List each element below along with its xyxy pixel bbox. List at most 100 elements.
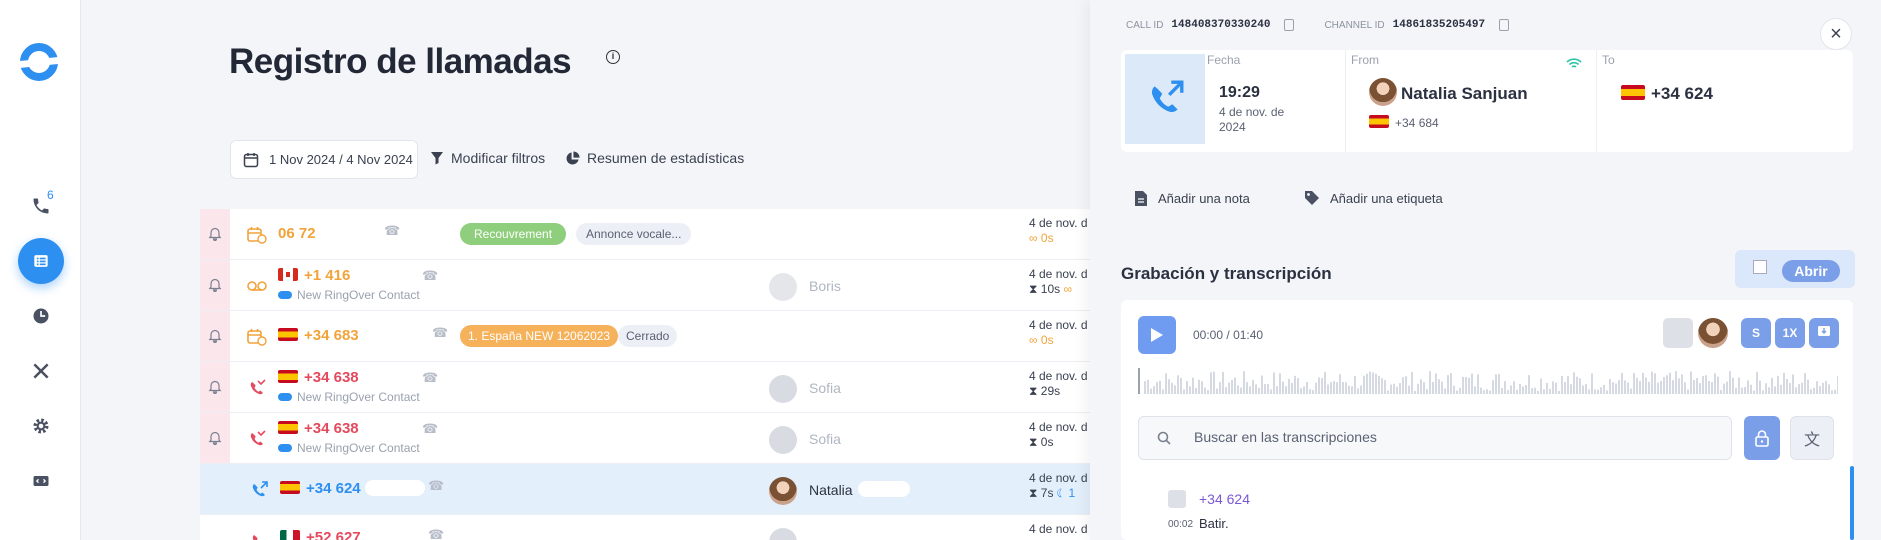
call-row[interactable]: 06 72 ☎ Recouvrement Annonce vocale... 4… <box>200 209 1100 260</box>
agent-name: Sofia <box>809 431 841 447</box>
call-type-icon: ☎ <box>422 421 439 436</box>
speaker-avatar[interactable] <box>1698 318 1728 348</box>
play-icon <box>1151 328 1163 342</box>
clock-icon <box>33 308 48 324</box>
sidebar: 6 <box>0 0 81 540</box>
add-tag-button[interactable]: Añadir una etiqueta <box>1304 190 1443 206</box>
outgoing-call-icon <box>248 479 270 501</box>
gear-icon <box>33 418 48 434</box>
to-label: To <box>1602 53 1615 67</box>
call-type-icon: ☎ <box>428 527 445 540</box>
lock-icon <box>1755 430 1769 447</box>
waveform[interactable] <box>1138 368 1838 394</box>
transcript-time[interactable]: 00:02 <box>1168 519 1193 530</box>
nav-settings[interactable] <box>0 406 81 446</box>
call-type-icon: ☎ <box>432 325 449 340</box>
call-date: 4 de nov. d ⧗ 10s ∞ <box>1029 267 1088 296</box>
from-name[interactable]: Natalia Sanjuan <box>1401 84 1528 104</box>
voicemail-icon: ∞ <box>1029 231 1038 245</box>
flag-spain-icon <box>1369 115 1389 128</box>
recording-title: Grabación y transcripción <box>1121 264 1332 283</box>
call-date: 4 de nov. d ⧗ 29s <box>1029 369 1088 398</box>
copy-icon[interactable] <box>1499 19 1510 31</box>
tag[interactable]: Annonce vocale... <box>576 223 692 245</box>
bell-icon[interactable] <box>200 413 230 463</box>
call-summary: Fecha 19:29 4 de nov. de 2024 From Natal… <box>1121 50 1853 152</box>
nav-developer[interactable] <box>0 461 81 501</box>
call-row-selected[interactable]: +34 624 ☎ Natalia 4 de nov. d ⧗ 7s ☾ 1 <box>200 464 1100 515</box>
agent-name: Natalia <box>809 482 853 498</box>
avatar <box>769 375 797 403</box>
agent-name: Boris <box>809 278 841 294</box>
add-tag-label: Añadir una etiqueta <box>1330 190 1443 206</box>
transcript-speaker[interactable]: +34 624 <box>1199 491 1250 507</box>
playback-time: 00:00 / 01:40 <box>1193 328 1264 342</box>
call-row[interactable]: +34 638 New RingOver Contact ☎ Sofia 4 d… <box>200 413 1100 464</box>
stats-summary-button[interactable]: Resumen de estadísticas <box>565 150 744 166</box>
broken-image-icon <box>1753 260 1767 274</box>
call-row[interactable]: +34 638 New RingOver Contact ☎ Sofia 4 d… <box>200 362 1100 413</box>
speaker-avatar[interactable] <box>1663 318 1693 348</box>
call-row[interactable]: +52 627 ☎ 4 de nov. d <box>200 515 1100 540</box>
call-row[interactable]: +1 416 New RingOver Contact ☎ Boris 4 de… <box>200 260 1100 311</box>
add-note-button[interactable]: Añadir una nota <box>1134 190 1250 207</box>
caller-number[interactable]: +34 683 <box>278 327 359 344</box>
speaker-button[interactable]: S <box>1741 318 1771 348</box>
copy-icon[interactable] <box>1284 19 1295 31</box>
bell-icon[interactable] <box>200 209 230 259</box>
search-input[interactable] <box>1194 429 1694 445</box>
caller-number[interactable]: +34 638 <box>278 420 359 437</box>
lock-button[interactable] <box>1744 416 1780 460</box>
nav-integrations[interactable] <box>0 351 81 391</box>
nav-stats[interactable] <box>0 296 81 336</box>
nav-call-log[interactable] <box>0 238 81 284</box>
avatar <box>1168 490 1186 508</box>
bell-icon[interactable] <box>200 362 230 412</box>
salesforce-icon <box>278 393 292 401</box>
flag-spain-icon <box>280 481 300 494</box>
translate-icon: 文 <box>1803 432 1820 449</box>
flag-spain-icon <box>278 421 298 434</box>
call-date: 4 de nov. d ⧗ 0s <box>1029 420 1088 449</box>
download-button[interactable] <box>1809 318 1839 348</box>
avatar <box>769 426 797 454</box>
flag-mexico-icon <box>280 530 300 540</box>
info-icon[interactable]: i <box>606 50 620 64</box>
to-number[interactable]: +34 624 <box>1621 84 1713 104</box>
tag[interactable]: Recouvrement <box>460 223 567 245</box>
caller-number[interactable]: +34 624 <box>280 480 425 497</box>
from-label: From <box>1351 53 1379 67</box>
scheduled-call-icon <box>246 326 268 348</box>
caller-number[interactable]: +34 638 <box>278 369 359 386</box>
call-row[interactable]: +34 683 ☎ 1. España NEW 12062023 Cerrado… <box>200 311 1100 362</box>
modify-filters-button[interactable]: Modificar filtros <box>430 150 545 166</box>
transcript-scrollbar[interactable] <box>1850 466 1854 540</box>
ringover-logo[interactable] <box>20 43 58 81</box>
caller-number[interactable]: +1 416 <box>278 267 350 284</box>
caller-number[interactable]: +52 627 <box>280 529 361 540</box>
list-icon <box>33 255 48 267</box>
call-type-icon: ☎ <box>422 268 439 283</box>
nav-calls[interactable]: 6 <box>0 186 81 226</box>
speed-button[interactable]: 1X <box>1775 318 1805 348</box>
close-button[interactable]: × <box>1820 18 1852 50</box>
date-range-picker[interactable]: 1 Nov 2024 / 4 Nov 2024 <box>230 140 418 179</box>
recording-player: 00:00 / 01:40 S 1X 文 +34 624 00:02 Batir… <box>1121 300 1853 540</box>
flag-spain-icon <box>278 370 298 383</box>
caller-number[interactable]: 06 72 <box>278 225 316 242</box>
call-type-icon: ☎ <box>428 478 445 493</box>
play-button[interactable] <box>1138 316 1176 354</box>
bell-icon[interactable] <box>200 311 230 361</box>
salesforce-icon <box>278 291 292 299</box>
bell-icon[interactable] <box>200 260 230 310</box>
filter-icon <box>431 152 443 165</box>
missed-call-icon <box>248 530 270 540</box>
tag[interactable]: 1. España NEW 12062023 <box>460 325 619 347</box>
call-type-icon: ☎ <box>422 370 439 385</box>
missed-call-icon <box>246 377 268 399</box>
translate-button[interactable]: 文 <box>1790 416 1834 460</box>
tag[interactable]: Cerrado <box>618 325 678 347</box>
caller-subtitle: New RingOver Contact <box>278 390 420 404</box>
open-button[interactable]: Abrir <box>1782 260 1840 282</box>
fecha-label: Fecha <box>1207 53 1241 67</box>
